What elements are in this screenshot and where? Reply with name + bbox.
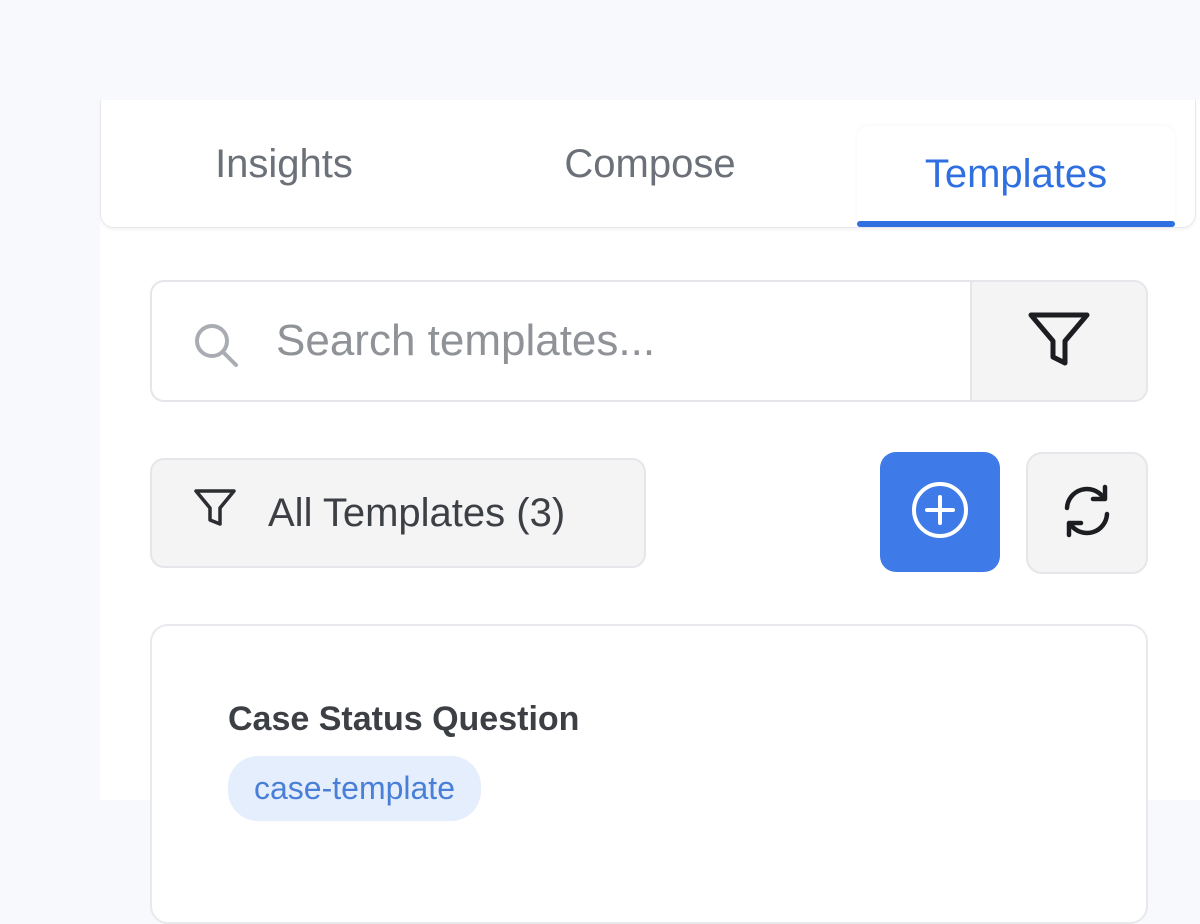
tab-bar: Insights Compose Templates — [100, 100, 1196, 228]
search-input[interactable] — [276, 282, 966, 400]
tab-insights-label: Insights — [215, 141, 353, 186]
filter-button[interactable] — [970, 282, 1146, 400]
template-title: Case Status Question — [228, 700, 580, 738]
active-tab-indicator — [857, 221, 1175, 227]
template-scope-label: All Templates (3) — [268, 490, 566, 535]
template-tag: case-template — [228, 756, 481, 821]
template-card[interactable]: Case Status Question case-template — [150, 624, 1148, 924]
tab-templates[interactable]: Templates — [857, 126, 1175, 227]
refresh-icon — [1057, 481, 1117, 546]
templates-panel: Insights Compose Templates Search templa… — [100, 100, 1200, 924]
filter-icon — [1023, 303, 1095, 380]
tab-insights[interactable]: Insights — [101, 100, 467, 228]
search-icon — [192, 321, 240, 374]
add-template-button[interactable] — [880, 452, 1000, 572]
tab-compose-label: Compose — [564, 141, 736, 186]
tab-templates-label: Templates — [924, 151, 1108, 196]
refresh-button[interactable] — [1026, 452, 1148, 574]
template-scope-filter[interactable]: All Templates (3) — [150, 458, 646, 568]
plus-circle-icon — [910, 480, 970, 545]
search-bar — [150, 280, 1148, 402]
tab-compose[interactable]: Compose — [467, 100, 833, 228]
filter-icon — [192, 485, 238, 541]
